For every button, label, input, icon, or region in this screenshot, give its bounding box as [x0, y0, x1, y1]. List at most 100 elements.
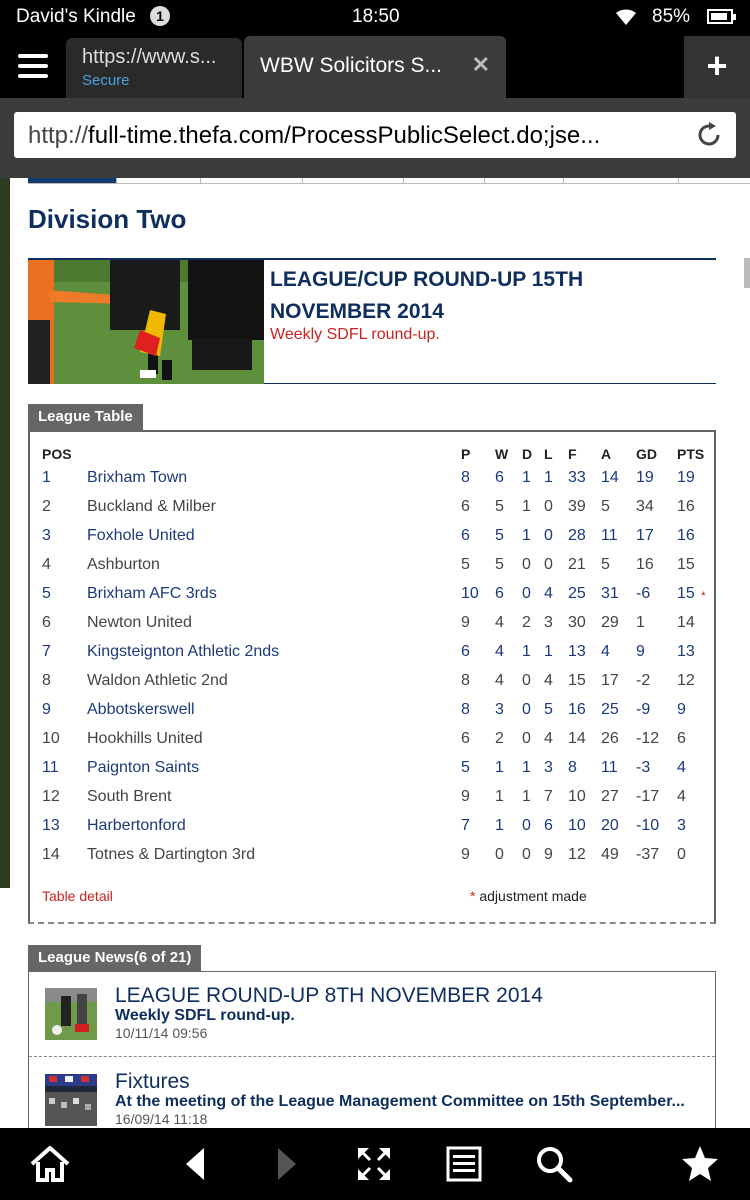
cell-f: 13 [568, 643, 586, 660]
cell-l: 6 [544, 817, 553, 834]
cell-l: 0 [544, 556, 553, 573]
news-date: 10/11/14 09:56 [115, 1025, 208, 1041]
search-icon[interactable] [532, 1142, 576, 1186]
cell-pos: 10 [42, 730, 60, 747]
cell-d: 0 [522, 585, 531, 602]
cell-gd: -37 [636, 846, 660, 863]
notification-count-badge[interactable]: 1 [150, 6, 170, 26]
cell-pos: 7 [42, 643, 51, 660]
table-row[interactable]: 7 Kingsteignton Athletic 2nds 6 4 1 1 13 4 9 13 [30, 643, 714, 672]
news-title[interactable]: Fixtures [115, 1070, 190, 1094]
team-name[interactable]: Harbertonford [87, 817, 186, 835]
cell-gd: -9 [636, 701, 651, 718]
cell-pts: 3 [677, 817, 686, 834]
back-icon[interactable] [174, 1142, 218, 1186]
team-name[interactable]: Kingsteignton Athletic 2nds [87, 643, 279, 661]
cell-p: 9 [461, 846, 470, 863]
news-summary: At the meeting of the League Management … [115, 1093, 685, 1110]
table-row[interactable]: 5 Brixham AFC 3rds 10 6 0 4 25 31 -6 15 * [30, 585, 714, 614]
news-item[interactable]: Fixtures At the meeting of the League Ma… [29, 1058, 715, 1128]
address-bar[interactable]: http://full-time.thefa.com/ProcessPublic… [14, 112, 736, 158]
team-name[interactable]: Brixham Town [87, 469, 187, 487]
menu-button[interactable] [0, 34, 66, 98]
table-detail-link[interactable]: Table detail [42, 888, 113, 904]
news-title[interactable]: LEAGUE ROUND-UP 8TH NOVEMBER 2014 [115, 984, 543, 1008]
cell-f: 8 [568, 759, 577, 776]
cell-pts: 15 [677, 556, 695, 573]
cell-d: 1 [522, 498, 531, 515]
table-row[interactable]: 9 Abbotskerswell 8 3 0 5 16 25 -9 9 [30, 701, 714, 730]
cell-d: 0 [522, 672, 531, 689]
device-name: David's Kindle [16, 6, 136, 27]
cell-w: 5 [495, 498, 504, 515]
featured-article[interactable]: LEAGUE/CUP ROUND-UP 15TH NOVEMBER 2014 W… [28, 258, 716, 384]
cell-a: 20 [601, 817, 619, 834]
reading-view-icon[interactable] [442, 1142, 486, 1186]
table-row[interactable]: 3 Foxhole United 6 5 1 0 28 11 17 16 [30, 527, 714, 556]
cell-p: 9 [461, 614, 470, 631]
forward-icon[interactable] [264, 1142, 308, 1186]
cell-pts: 4 [677, 788, 686, 805]
home-icon[interactable] [28, 1142, 72, 1186]
cell-d: 0 [522, 730, 531, 747]
battery-icon [707, 9, 736, 24]
table-row: 2 Buckland & Milber 6 5 1 0 39 5 34 16 [30, 498, 714, 527]
cell-l: 3 [544, 614, 553, 631]
cell-gd: 19 [636, 469, 654, 486]
team-name[interactable]: Foxhole United [87, 527, 195, 545]
cell-p: 7 [461, 817, 470, 834]
fullscreen-icon[interactable] [352, 1142, 396, 1186]
new-tab-button[interactable]: + [684, 36, 750, 98]
col-header-pos: POS [42, 446, 72, 462]
cell-l: 5 [544, 701, 553, 718]
cell-p: 5 [461, 759, 470, 776]
cell-a: 5 [601, 498, 610, 515]
table-row: 8 Waldon Athletic 2nd 8 4 0 4 15 17 -2 12 [30, 672, 714, 701]
team-name[interactable]: Paignton Saints [87, 759, 199, 777]
battery-percent: 85% [652, 6, 691, 27]
background-edge [0, 178, 10, 888]
team-name[interactable]: Brixham AFC 3rds [87, 585, 217, 603]
cell-pts: 19 [677, 469, 695, 486]
cell-l: 9 [544, 846, 553, 863]
table-row[interactable]: 11 Paignton Saints 5 1 1 3 8 11 -3 4 [30, 759, 714, 788]
table-row[interactable]: 1 Brixham Town 8 6 1 1 33 14 19 19 [30, 469, 714, 498]
cell-pos: 5 [42, 585, 51, 602]
address-bar-url[interactable]: http://full-time.thefa.com/ProcessPublic… [28, 122, 668, 150]
cell-a: 26 [601, 730, 619, 747]
tab-active[interactable]: WBW Solicitors S... ✕ [244, 36, 506, 98]
cell-p: 6 [461, 527, 470, 544]
tab-secure-site[interactable]: https://www.s... Secure [66, 38, 242, 98]
cell-f: 25 [568, 585, 586, 602]
table-row: 14 Totnes & Dartington 3rd 9 0 0 9 12 49 -37 0 [30, 846, 714, 875]
favorites-icon[interactable] [678, 1142, 722, 1186]
reload-icon[interactable] [694, 120, 724, 150]
cell-w: 5 [495, 556, 504, 573]
article-thumbnail[interactable] [28, 260, 264, 384]
close-tab-icon[interactable]: ✕ [472, 52, 490, 78]
cell-f: 10 [568, 788, 586, 805]
web-page-content[interactable]: Division Two LEAGUE/CUP ROUND-UP 15TH NO… [0, 178, 750, 1128]
cell-l: 1 [544, 643, 553, 660]
cell-l: 3 [544, 759, 553, 776]
league-table-tab: League Table [28, 404, 143, 430]
cell-f: 14 [568, 730, 586, 747]
article-headline[interactable]: LEAGUE/CUP ROUND-UP 15TH NOVEMBER 2014 [270, 264, 710, 328]
tab-security-label: Secure [82, 72, 130, 89]
cell-l: 0 [544, 527, 553, 544]
news-thumbnail[interactable] [45, 988, 97, 1040]
league-news-tab: League News(6 of 21) [28, 945, 202, 971]
table-row[interactable]: 13 Harbertonford 7 1 0 6 10 20 -10 3 [30, 817, 714, 846]
cell-d: 1 [522, 643, 531, 660]
nav-strip-active-tab[interactable] [28, 178, 116, 183]
cell-f: 16 [568, 701, 586, 718]
cell-a: 31 [601, 585, 619, 602]
news-thumbnail[interactable] [45, 1074, 97, 1126]
team-name[interactable]: Abbotskerswell [87, 701, 195, 719]
cell-pts: 0 [677, 846, 686, 863]
cell-f: 30 [568, 614, 586, 631]
cell-p: 5 [461, 556, 470, 573]
cell-a: 29 [601, 614, 619, 631]
news-item[interactable]: LEAGUE ROUND-UP 8TH NOVEMBER 2014 Weekly… [29, 972, 715, 1057]
team-name: Newton United [87, 614, 192, 631]
